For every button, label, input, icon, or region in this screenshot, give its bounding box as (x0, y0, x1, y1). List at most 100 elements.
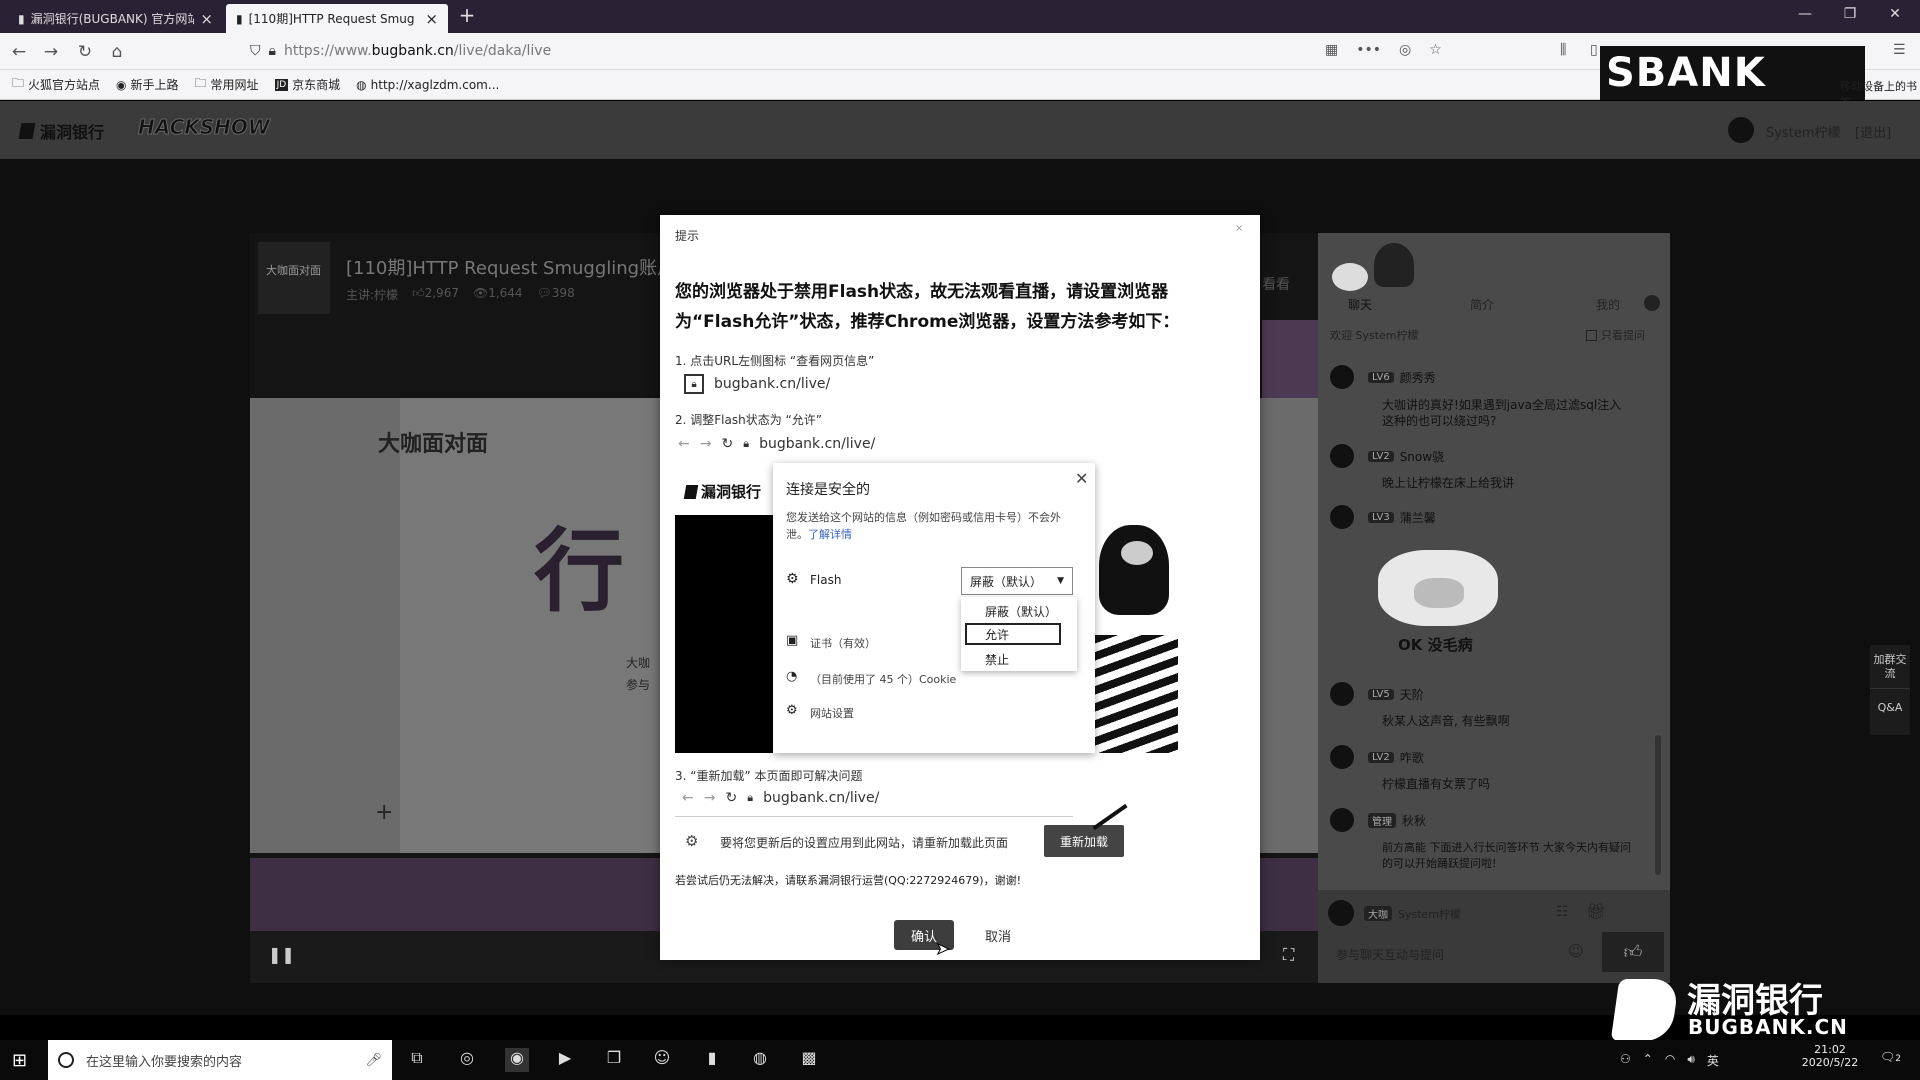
logout-link[interactable]: [退出] (1855, 122, 1891, 141)
url-actions: ▦ ••• ◎ ☆ (1325, 42, 1442, 58)
bugbank-b-icon (1610, 979, 1680, 1041)
likes-count: 👍︎2,967 (412, 286, 459, 300)
list-icon[interactable]: ☷ (1556, 904, 1569, 920)
system-line: 欢迎 System柠檬 (1330, 329, 1419, 342)
tab-bugbank-home[interactable]: ▮ 漏洞银行(BUGBANK) 官方网站 × (8, 4, 223, 33)
more-icon[interactable]: ••• (1356, 42, 1381, 58)
clock[interactable]: 21:02 2020/5/22 (1795, 1043, 1865, 1069)
sidebar-icon[interactable]: ▯ (1590, 42, 1598, 58)
window-icon[interactable]: ❐ (602, 1048, 626, 1072)
back-icon[interactable]: ← (8, 42, 30, 62)
taskbar-search[interactable]: 在这里输入你要搜索的内容 🎤︎ (48, 1040, 392, 1080)
pocket-icon[interactable]: ◎ (1399, 42, 1411, 58)
site-logo[interactable]: 漏洞银行 (18, 119, 104, 143)
pause-icon[interactable]: ❚❚ (268, 945, 295, 964)
notification-center-icon[interactable]: 🗨︎2 (1880, 1050, 1901, 1064)
hackshow-logo[interactable]: HACKSHOW (138, 115, 271, 140)
maximize-icon[interactable]: ❐ (1830, 6, 1870, 22)
fullscreen-icon[interactable]: ⛶ (1283, 945, 1294, 965)
new-tab-button[interactable]: + (455, 3, 479, 29)
tab-title: 漏洞银行(BUGBANK) 官方网站 (30, 12, 195, 26)
forward-icon: → (703, 790, 716, 806)
windows-start-icon[interactable]: ⊞ (12, 1050, 27, 1071)
avatar[interactable] (1728, 117, 1754, 143)
bookmark-firefox[interactable]: 🗀 火狐官方站点 (12, 74, 100, 95)
back-icon: ← (682, 790, 694, 806)
divider (675, 816, 1073, 817)
microphone-icon[interactable]: 🎤︎ (365, 1053, 382, 1068)
learn-more-link[interactable]: 了解详情 (808, 528, 852, 541)
bookmark-jd[interactable]: JD 京东商城 (274, 76, 340, 93)
reload-icon[interactable]: ↻ (74, 42, 96, 62)
user-name[interactable]: System柠檬 (1766, 122, 1840, 141)
globe-icon[interactable]: ◍ (748, 1048, 772, 1072)
mini-video-left (675, 515, 773, 753)
chat-tab-intro[interactable]: 简介 (1470, 296, 1494, 313)
popup-close-icon[interactable]: ✕ (1075, 469, 1088, 488)
people-icon[interactable]: ⚇ (1620, 1052, 1631, 1069)
firefox-icon[interactable]: ◉ (505, 1048, 529, 1072)
qr-icon[interactable]: ▦ (1325, 42, 1338, 58)
certificate-label[interactable]: 证书（有效） (810, 635, 876, 651)
home-icon[interactable]: ⌂ (106, 42, 128, 62)
live-side-badge (1262, 320, 1318, 398)
tab-close-icon[interactable]: × (200, 10, 213, 28)
close-window-icon[interactable]: ✕ (1875, 6, 1915, 22)
host-avatar (1374, 243, 1414, 287)
option-block[interactable]: 屏蔽（默认） (985, 603, 1057, 620)
folder-icon: 🗀 (12, 76, 25, 90)
like-icon: 👍︎ (412, 286, 425, 300)
task-view-icon[interactable]: ⧉ (405, 1048, 429, 1072)
chat-scrollbar[interactable] (1655, 735, 1661, 875)
option-deny[interactable]: 禁止 (985, 651, 1009, 668)
dialog-title: 提示 (675, 229, 700, 243)
contact-note: 若尝试后仍无法解决，请联系漏洞银行运营(QQ:2272924679)，谢谢! (675, 874, 1021, 887)
bookmark-newbie[interactable]: ◉ 新手上路 (116, 76, 179, 93)
network-icon[interactable]: ◠ (1665, 1052, 1675, 1069)
lock-icon[interactable]: 🔒︎ (269, 43, 276, 59)
media-player-icon[interactable]: ▶ (553, 1048, 577, 1072)
emoji-icon[interactable]: ☺ (1568, 942, 1584, 960)
reload-page-button[interactable]: 重新加载 (1044, 825, 1124, 857)
shield-icon[interactable]: ⛉ (250, 43, 261, 59)
mini-logo: 漏洞银行 (683, 481, 761, 502)
tab-close-icon[interactable]: × (425, 10, 438, 28)
url-bar[interactable]: ⛉ 🔒︎ https://www.bugbank.cn/live/daka/li… (250, 37, 1430, 65)
only-host-toggle[interactable]: 只看提问 (1586, 327, 1645, 343)
add-icon[interactable]: + (375, 800, 393, 825)
cancel-button[interactable]: 取消 (968, 920, 1028, 950)
step3-text: 3. “重新加载” 本页面即可解决问题 (675, 769, 863, 783)
live-thumbnail: 大咖面对面 (258, 242, 330, 314)
dialog-close-icon[interactable]: × (1235, 223, 1243, 234)
site-settings-link[interactable]: 网站设置 (810, 705, 854, 721)
chat-input[interactable]: 参与聊天互动与提问 (1336, 946, 1444, 963)
bookmark-xaglzdm[interactable]: ◍ http://xaglzdm.com... (356, 78, 499, 92)
option-allow[interactable]: 允许 (985, 626, 1009, 643)
editor-icon[interactable]: ▩ (797, 1048, 821, 1072)
tab-live[interactable]: ▮ [110期]HTTP Request Smug × (226, 4, 448, 33)
chat-app-icon[interactable]: ☺ (650, 1048, 674, 1072)
chat-message: LV2 咋歌 柠檬直播有女票了吗 (1330, 745, 1660, 792)
browser-icon[interactable]: ◎ (455, 1048, 479, 1072)
star-icon[interactable]: ☆ (1429, 42, 1442, 58)
views-count: 👁︎1,644 (472, 286, 523, 300)
library-icon[interactable]: ⫼ (1560, 42, 1566, 58)
join-group-button[interactable]: 加群交流 (1870, 645, 1910, 689)
flash-permission-select[interactable]: 屏蔽（默认） ▼ (961, 567, 1073, 595)
flash-label: Flash (810, 573, 842, 587)
comment-icon: 💬︎ (536, 286, 552, 300)
forward-icon[interactable]: → (40, 42, 62, 62)
menu-icon[interactable]: ☰ (1893, 42, 1906, 58)
like-button[interactable]: 👍︎ (1602, 932, 1664, 972)
app-icon[interactable]: ▮ (700, 1048, 724, 1072)
chat-tab-mine[interactable]: 我的 (1596, 296, 1620, 313)
bookmark-common[interactable]: 🗀 常用网址 (195, 74, 259, 95)
qa-button[interactable]: Q&A (1870, 689, 1910, 714)
gift-icon[interactable]: 🎁︎ (1586, 902, 1606, 921)
minimize-icon[interactable]: — (1785, 6, 1825, 22)
ime-indicator[interactable]: 英 (1707, 1052, 1719, 1069)
chevron-up-icon[interactable]: ⌃ (1643, 1052, 1653, 1069)
cookie-label[interactable]: （目前使用了 45 个）Cookie (810, 671, 956, 687)
chat-tab-chat[interactable]: 聊天 (1348, 296, 1372, 313)
volume-icon[interactable]: 🔊︎ (1687, 1052, 1695, 1069)
